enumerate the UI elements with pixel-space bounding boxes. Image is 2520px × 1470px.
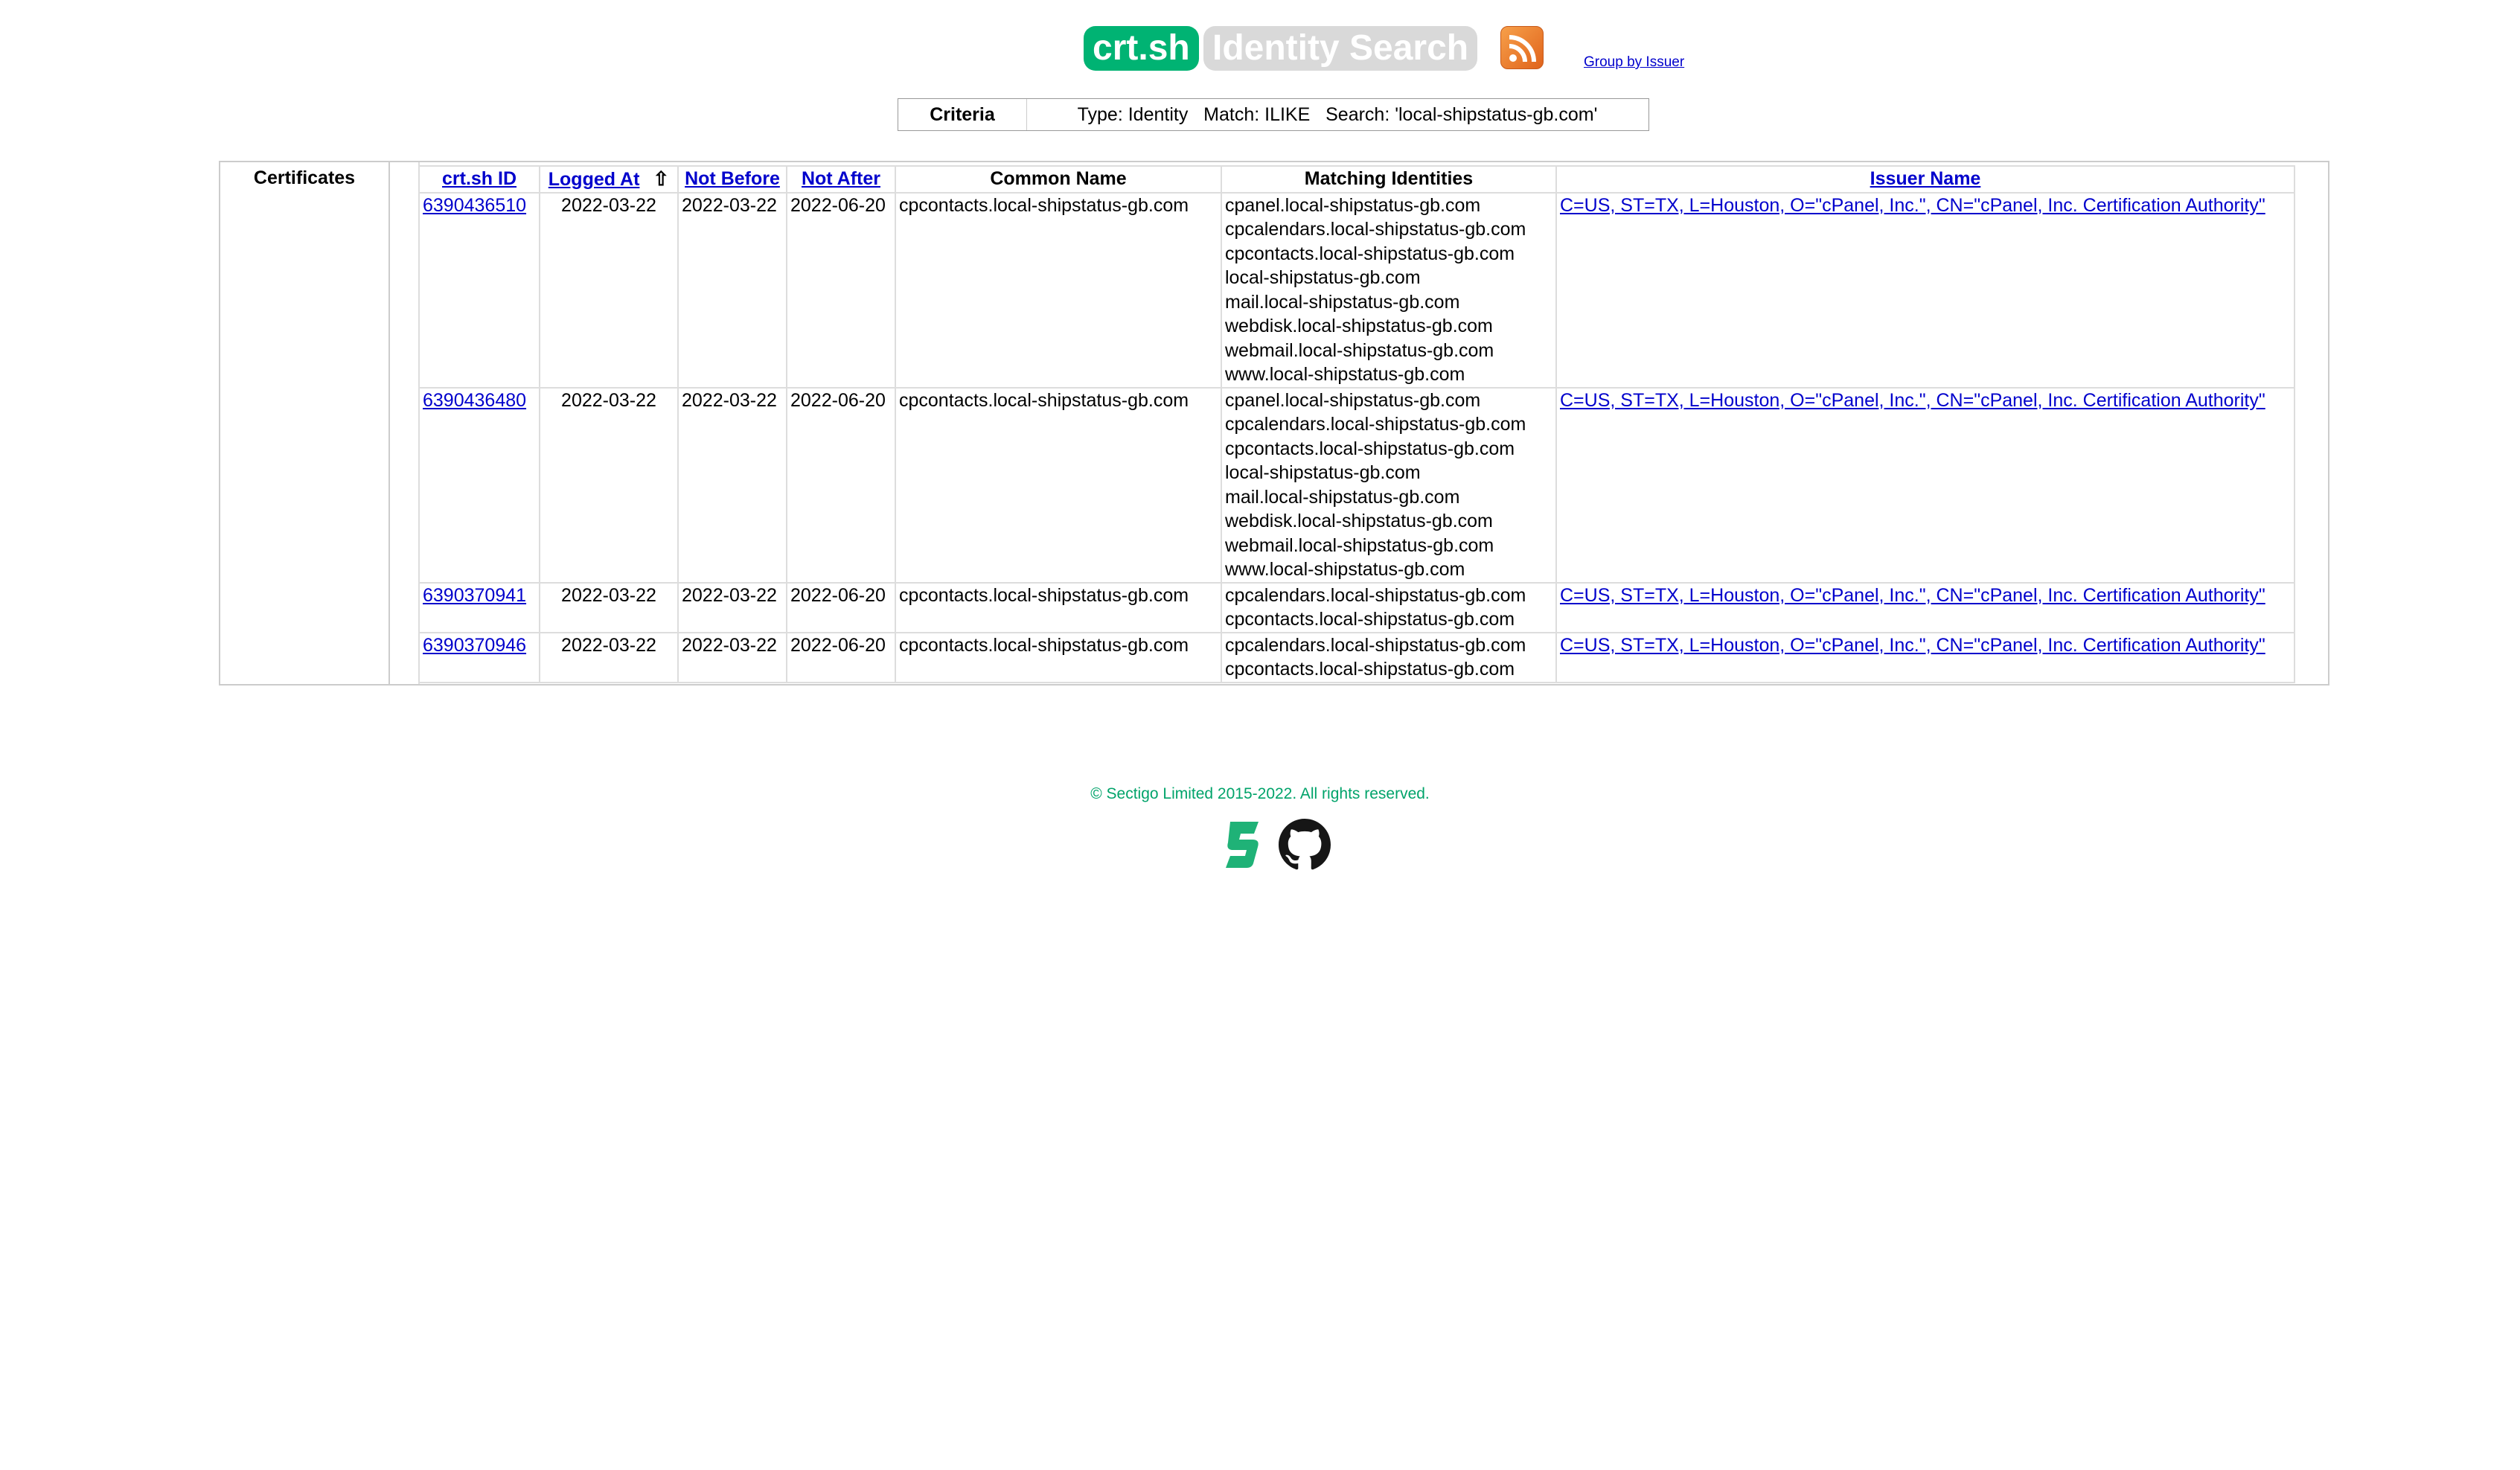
identity-item: www.local-shipstatus-gb.com: [1225, 364, 1465, 385]
certificate-id-link[interactable]: 6390370941: [423, 585, 526, 606]
table-row: 6390436480 2022-03-22 2022-03-22 2022-06-20…: [418, 386, 2295, 584]
table-row: 6390370941 2022-03-22 2022-03-22 2022-06-20…: [418, 581, 2295, 633]
sectigo-logo-icon[interactable]: [1223, 819, 1263, 871]
cell-matching-identities: cpanel.local-shipstatus-gb.com cpcalendar…: [1221, 191, 1557, 389]
cell-matching-identities: cpanel.local-shipstatus-gb.com cpcalendar…: [1221, 386, 1557, 584]
certificate-id-link[interactable]: 6390436510: [423, 195, 526, 216]
identity-item: webmail.local-shipstatus-gb.com: [1225, 339, 1494, 361]
cell-not-before: 2022-03-22: [677, 191, 787, 389]
certificates-panel: Certificates crt.sh ID Logged At ⇧ Not Be…: [219, 161, 2329, 686]
identity-item: cpcalendars.local-shipstatus-gb.com: [1225, 219, 1526, 240]
sort-ascending-icon: ⇧: [653, 167, 670, 190]
cell-logged-at: 2022-03-22: [539, 581, 679, 633]
sort-crtsh-id-link[interactable]: crt.sh ID: [442, 168, 517, 189]
issuer-link[interactable]: C=US, ST=TX, L=Houston, O="cPanel, Inc."…: [1560, 390, 2265, 411]
criteria-box: Criteria Type: Identity Match: ILIKE Sea…: [898, 98, 1649, 131]
cell-logged-at: 2022-03-22: [539, 191, 679, 389]
cell-not-after: 2022-06-20: [786, 386, 896, 584]
cell-common-name: cpcontacts.local-shipstatus-gb.com: [895, 386, 1222, 584]
identity-item: cpanel.local-shipstatus-gb.com: [1225, 389, 1481, 411]
cell-matching-identities: cpcalendars.local-shipstatus-gb.com cpcon…: [1221, 581, 1557, 633]
cell-matching-identities: cpcalendars.local-shipstatus-gb.com cpcon…: [1221, 631, 1557, 683]
table-header-row: crt.sh ID Logged At ⇧ Not Before Not Afte…: [418, 165, 2295, 194]
page-header: crt.sh Identity Search Group by Issuer: [0, 0, 2520, 82]
group-by-issuer-link[interactable]: Group by Issuer: [1584, 54, 1684, 71]
crtsh-logo[interactable]: crt.sh: [1084, 26, 1199, 71]
cell-crtsh-id: 6390370946: [418, 631, 540, 683]
sort-logged-at-link[interactable]: Logged At: [549, 169, 640, 190]
cell-issuer-name: C=US, ST=TX, L=Houston, O="cPanel, Inc."…: [1555, 581, 2295, 633]
criteria-label: Criteria: [898, 99, 1027, 130]
matching-identities-header: Matching Identities: [1221, 165, 1557, 194]
cell-issuer-name: C=US, ST=TX, L=Houston, O="cPanel, Inc."…: [1555, 386, 2295, 584]
issuer-link[interactable]: C=US, ST=TX, L=Houston, O="cPanel, Inc."…: [1560, 195, 2265, 216]
identity-item: cpcontacts.local-shipstatus-gb.com: [1225, 243, 1515, 264]
copyright-text: © Sectigo Limited 2015-2022. All rights …: [1090, 785, 1430, 802]
table-row: 6390370946 2022-03-22 2022-03-22 2022-06-20…: [418, 631, 2295, 683]
cell-not-before: 2022-03-22: [677, 581, 787, 633]
cell-not-before: 2022-03-22: [677, 631, 787, 683]
identity-item: cpcontacts.local-shipstatus-gb.com: [1225, 659, 1515, 680]
rss-feed-icon[interactable]: [1500, 26, 1544, 69]
table-row: 6390436510 2022-03-22 2022-03-22 2022-06-20…: [418, 191, 2295, 389]
identity-item: cpcalendars.local-shipstatus-gb.com: [1225, 584, 1526, 606]
cell-crtsh-id: 6390436480: [418, 386, 540, 584]
identity-item: mail.local-shipstatus-gb.com: [1225, 291, 1460, 313]
cell-not-after: 2022-06-20: [786, 191, 896, 389]
identity-item: local-shipstatus-gb.com: [1225, 462, 1421, 483]
issuer-link[interactable]: C=US, ST=TX, L=Houston, O="cPanel, Inc."…: [1560, 635, 2265, 656]
certificates-table: crt.sh ID Logged At ⇧ Not Before Not Afte…: [418, 165, 2295, 683]
common-name-header: Common Name: [895, 165, 1222, 194]
cell-issuer-name: C=US, ST=TX, L=Houston, O="cPanel, Inc."…: [1555, 631, 2295, 683]
cell-logged-at: 2022-03-22: [539, 631, 679, 683]
cell-logged-at: 2022-03-22: [539, 386, 679, 584]
identity-item: mail.local-shipstatus-gb.com: [1225, 486, 1460, 508]
identity-item: cpcalendars.local-shipstatus-gb.com: [1225, 634, 1526, 656]
sort-not-before-link[interactable]: Not Before: [685, 168, 780, 189]
identity-item: cpcontacts.local-shipstatus-gb.com: [1225, 438, 1515, 459]
criteria-text: Type: Identity Match: ILIKE Search: 'loc…: [1077, 104, 1598, 125]
page-title: Identity Search: [1203, 26, 1478, 71]
identity-item: cpcalendars.local-shipstatus-gb.com: [1225, 414, 1526, 435]
cell-crtsh-id: 6390436510: [418, 191, 540, 389]
cell-not-before: 2022-03-22: [677, 386, 787, 584]
certificate-id-link[interactable]: 6390436480: [423, 390, 526, 411]
cell-common-name: cpcontacts.local-shipstatus-gb.com: [895, 631, 1222, 683]
cell-not-after: 2022-06-20: [786, 631, 896, 683]
sort-not-after-link[interactable]: Not After: [802, 168, 880, 189]
page-footer: © Sectigo Limited 2015-2022. All rights …: [0, 785, 2520, 870]
github-icon[interactable]: [1279, 819, 1331, 871]
identity-item: webmail.local-shipstatus-gb.com: [1225, 534, 1494, 556]
panel-divider: [388, 162, 390, 684]
identity-item: cpcontacts.local-shipstatus-gb.com: [1225, 609, 1515, 630]
certificates-label: Certificates: [253, 167, 356, 188]
cell-common-name: cpcontacts.local-shipstatus-gb.com: [895, 581, 1222, 633]
identity-item: local-shipstatus-gb.com: [1225, 267, 1421, 288]
cell-issuer-name: C=US, ST=TX, L=Houston, O="cPanel, Inc."…: [1555, 191, 2295, 389]
sort-issuer-name-link[interactable]: Issuer Name: [1870, 168, 1981, 189]
cell-crtsh-id: 6390370941: [418, 581, 540, 633]
issuer-link[interactable]: C=US, ST=TX, L=Houston, O="cPanel, Inc."…: [1560, 585, 2265, 606]
identity-item: webdisk.local-shipstatus-gb.com: [1225, 511, 1493, 531]
certificate-id-link[interactable]: 6390370946: [423, 635, 526, 656]
identity-item: webdisk.local-shipstatus-gb.com: [1225, 316, 1493, 336]
cell-not-after: 2022-06-20: [786, 581, 896, 633]
identity-item: cpanel.local-shipstatus-gb.com: [1225, 194, 1481, 216]
cell-common-name: cpcontacts.local-shipstatus-gb.com: [895, 191, 1222, 389]
identity-item: www.local-shipstatus-gb.com: [1225, 559, 1465, 580]
